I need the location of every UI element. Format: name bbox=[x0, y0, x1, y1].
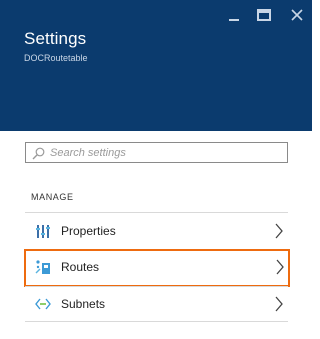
properties-icon bbox=[35, 223, 51, 239]
maximize-button[interactable] bbox=[256, 7, 272, 23]
menu-item-label: Subnets bbox=[61, 297, 106, 311]
search-icon bbox=[32, 147, 45, 165]
maximize-icon bbox=[257, 9, 271, 21]
search-box[interactable] bbox=[25, 142, 288, 163]
close-button[interactable] bbox=[289, 7, 305, 23]
menu-item-label: Properties bbox=[61, 224, 116, 238]
section-heading-manage: MANAGE bbox=[31, 192, 74, 202]
menu-item-routes[interactable]: Routes bbox=[24, 249, 290, 287]
routes-icon bbox=[35, 259, 51, 275]
resource-name: DOCRoutetable bbox=[24, 53, 88, 63]
menu-item-subnets[interactable]: Subnets bbox=[25, 286, 288, 322]
subnets-icon bbox=[35, 296, 51, 312]
blade-header: Settings DOCRoutetable bbox=[0, 0, 312, 131]
menu-item-label: Routes bbox=[61, 260, 100, 274]
page-title: Settings bbox=[24, 29, 87, 48]
minimize-button[interactable] bbox=[226, 7, 242, 23]
divider bbox=[25, 321, 288, 322]
chevron-right-icon bbox=[274, 223, 284, 244]
chevron-right-icon bbox=[274, 296, 284, 317]
menu-item-properties[interactable]: Properties bbox=[25, 213, 288, 249]
close-icon bbox=[291, 9, 303, 21]
minimize-icon bbox=[229, 19, 239, 21]
search-input[interactable] bbox=[50, 144, 280, 161]
chevron-right-icon bbox=[275, 259, 285, 280]
